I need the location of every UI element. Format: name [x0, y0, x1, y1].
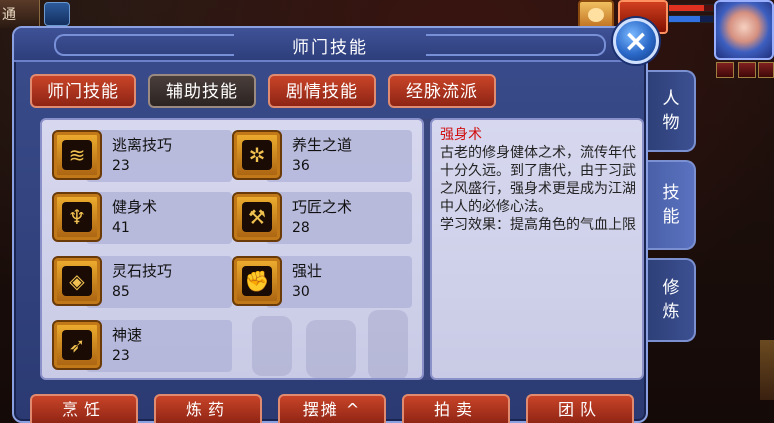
buff-icon[interactable] [738, 62, 756, 78]
skill-name: 巧匠之术 [292, 198, 353, 216]
tab-meridian-school[interactable]: 经脉流派 [388, 74, 496, 108]
tab-support-skills[interactable]: 辅助技能 [148, 74, 256, 108]
skill-name: 养生之道 [292, 136, 353, 154]
hud-label-text: 通 [2, 7, 16, 23]
side-tab-cultivation[interactable]: 修炼 [648, 258, 696, 342]
background-silhouette [306, 320, 356, 378]
skill-level: 30 [292, 284, 310, 300]
buff-icon[interactable] [716, 62, 734, 78]
skill-list-panel: ≋ 逃离技巧 23 ✲ 养生之道 36 ♆ 健身术 41 ⚒ 巧匠之术 28 ◈… [40, 118, 424, 380]
skill-item[interactable]: ≋ 逃离技巧 23 [52, 126, 232, 186]
skill-level: 28 [292, 220, 310, 236]
top-left-hud-label: 通 [0, 0, 40, 28]
skill-level: 41 [112, 220, 130, 236]
skill-item-bg [266, 256, 412, 308]
mp-bar [668, 15, 714, 23]
window-title-bar: 师门技能 [14, 28, 646, 62]
content-area: ≋ 逃离技巧 23 ✲ 养生之道 36 ♆ 健身术 41 ⚒ 巧匠之术 28 ◈… [40, 118, 644, 380]
mini-map-icon[interactable] [44, 2, 70, 26]
skill-level: 36 [292, 158, 310, 174]
description-body: 古老的修身健体之术，流传年代十分久远。到了唐代，由于习武之风盛行，强身术更是成为… [440, 145, 636, 215]
side-tab-label: 技能 [662, 183, 680, 227]
skill-glyph: ♆ [62, 202, 92, 232]
skill-item[interactable]: ✊ 强壮 30 [232, 252, 412, 312]
skill-glyph: ✲ [242, 140, 272, 170]
player-avatar[interactable] [714, 0, 774, 60]
hp-bar [668, 4, 714, 12]
skills-window: 师门技能 师门技能 辅助技能 剧情技能 经脉流派 ≋ 逃离技巧 23 ✲ 养生之… [12, 26, 648, 423]
side-tab-label: 修炼 [662, 278, 680, 322]
skill-level: 85 [112, 284, 130, 300]
skill-item-bg [86, 192, 232, 244]
side-tab-character[interactable]: 人物 [648, 70, 696, 152]
skill-name: 健身术 [112, 198, 158, 216]
auction-button[interactable]: 拍卖 [402, 394, 510, 423]
tab-story-skills[interactable]: 剧情技能 [268, 74, 376, 108]
speed-skill-icon: ➶ [52, 320, 102, 370]
window-title: 师门技能 [292, 38, 368, 58]
side-tab-skills[interactable]: 技能 [648, 160, 696, 250]
craftsman-skill-icon: ⚒ [232, 192, 282, 242]
team-button[interactable]: 团队 [526, 394, 634, 423]
player-status-bars [668, 4, 714, 26]
background-silhouette [368, 310, 408, 378]
skill-glyph: ➶ [62, 330, 92, 360]
close-icon: × [623, 24, 649, 59]
skill-description-panel: 强身术 古老的修身健体之术，流传年代十分久远。到了唐代，由于习武之风盛行，强身术… [430, 118, 644, 380]
spirit-stone-skill-icon: ◈ [52, 256, 102, 306]
stall-button[interactable]: 摆摊 ^ [278, 394, 386, 423]
skill-name: 灵石技巧 [112, 262, 173, 280]
skill-name: 强壮 [292, 262, 323, 280]
skill-item[interactable]: ➶ 神速 23 [52, 316, 232, 376]
skill-item[interactable]: ⚒ 巧匠之术 28 [232, 188, 412, 248]
skill-item[interactable]: ♆ 健身术 41 [52, 188, 232, 248]
cooking-button[interactable]: 烹饪 [30, 394, 138, 423]
description-title: 强身术 [440, 127, 482, 143]
description-effect: 学习效果：提高角色的气血上限 [440, 217, 636, 233]
side-decoration [760, 340, 774, 400]
tab-sect-skills[interactable]: 师门技能 [30, 74, 136, 108]
flee-skill-icon: ≋ [52, 130, 102, 180]
skill-name: 逃离技巧 [112, 136, 173, 154]
skill-glyph: ≋ [62, 140, 92, 170]
skill-glyph: ⚒ [242, 202, 272, 232]
skill-item-bg [86, 320, 232, 372]
side-tab-label: 人物 [662, 89, 680, 133]
background-silhouette [252, 316, 292, 376]
skill-level: 23 [112, 348, 130, 364]
close-button[interactable]: × [613, 18, 659, 64]
skill-level: 23 [112, 158, 130, 174]
skill-name: 神速 [112, 326, 143, 344]
skill-item[interactable]: ✲ 养生之道 36 [232, 126, 412, 186]
alchemy-button[interactable]: 炼药 [154, 394, 262, 423]
skill-glyph: ◈ [62, 266, 92, 296]
skill-item[interactable]: ◈ 灵石技巧 85 [52, 252, 232, 312]
strength-skill-icon: ✊ [232, 256, 282, 306]
skill-glyph: ✊ [242, 266, 272, 296]
health-cultivation-icon: ✲ [232, 130, 282, 180]
buff-icon[interactable] [758, 62, 774, 78]
fitness-skill-icon: ♆ [52, 192, 102, 242]
